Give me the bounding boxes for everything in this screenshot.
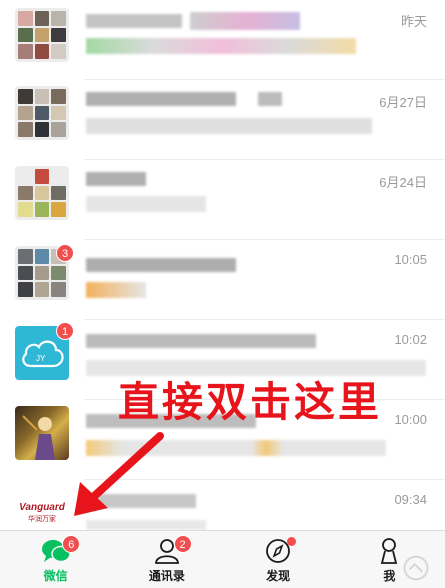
cloud-icon: JY [22, 340, 64, 368]
blurred-message-preview [86, 196, 206, 212]
chat-timestamp: 10:00 [394, 412, 427, 427]
wechat-app: 昨天 6月27日 6月24日 3 10:05 JY 1 10:02 10:00 … [0, 0, 445, 588]
chat-timestamp: 10:02 [394, 332, 427, 347]
group-avatar [15, 8, 69, 62]
tab-label: 发现 [266, 569, 291, 583]
blurred-message-preview [86, 282, 146, 298]
blurred-chat-name [258, 92, 282, 106]
avatar-text: JY [36, 354, 46, 363]
chat-timestamp: 昨天 [400, 14, 427, 29]
unread-badge: 2 [173, 535, 192, 553]
chat-timestamp: 09:34 [394, 492, 427, 507]
brand-logo-text: Vanguard [19, 502, 65, 513]
instruction-overlay-text: 直接双击这里 [118, 378, 382, 426]
blurred-message-preview [86, 520, 206, 530]
blurred-message-preview [86, 118, 372, 134]
brand-logo-subtext: 华润万家 [28, 515, 56, 523]
tab-label: 微信 [43, 569, 68, 583]
chat-timestamp: 6月27日 [379, 95, 427, 110]
group-avatar [15, 166, 69, 220]
chat-item[interactable]: 6月24日 [0, 160, 445, 240]
blurred-chat-name [86, 92, 236, 106]
unread-badge: 1 [56, 322, 75, 340]
watermark-icon [403, 555, 429, 581]
tab-discover[interactable]: 发现 [223, 531, 334, 588]
person-icon [381, 538, 398, 564]
blurred-message-preview [86, 38, 356, 54]
tab-contacts[interactable]: 通讯录 2 [111, 531, 222, 588]
new-dot-indicator [287, 537, 297, 546]
tab-label: 通讯录 [148, 569, 185, 583]
chat-timestamp: 10:05 [394, 252, 427, 267]
unread-badge: 6 [62, 535, 81, 553]
blurred-chat-name [86, 172, 146, 186]
bottom-tab-bar: 微信 6 通讯录 2 发现 我 [0, 530, 445, 588]
chat-timestamp: 6月24日 [379, 175, 427, 190]
chat-item[interactable]: 昨天 [0, 0, 445, 80]
red-arrow-icon [74, 432, 164, 516]
chat-item[interactable]: 3 10:05 [0, 240, 445, 320]
group-avatar [15, 86, 69, 140]
chat-item[interactable]: 6月27日 [0, 80, 445, 160]
tab-label: 我 [383, 569, 396, 583]
unread-badge: 3 [56, 244, 75, 262]
blurred-chat-name [86, 258, 236, 272]
blurred-chat-name [190, 12, 300, 30]
blurred-chat-name [86, 334, 316, 348]
tab-me[interactable]: 我 [334, 531, 445, 588]
tab-chats[interactable]: 微信 6 [0, 531, 111, 588]
blurred-chat-name [86, 14, 182, 28]
